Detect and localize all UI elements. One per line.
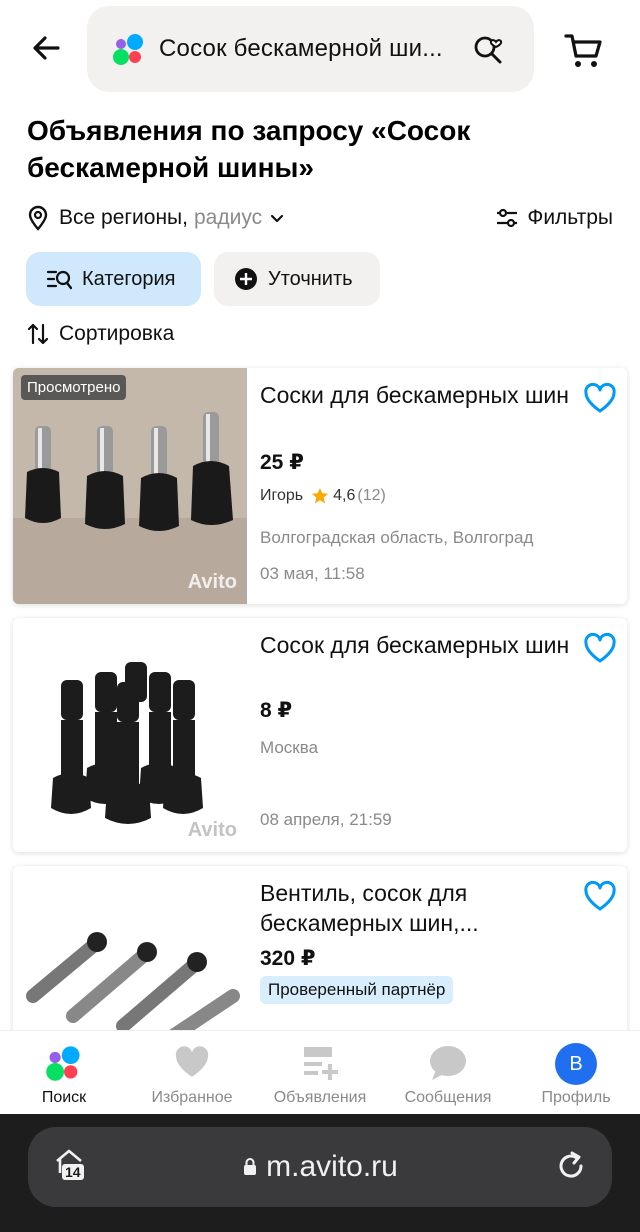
back-button[interactable] <box>26 28 66 68</box>
chat-icon <box>428 1043 468 1083</box>
heart-icon <box>172 1043 212 1083</box>
nav-label: Объявления <box>273 1089 367 1106</box>
favorite-heart-icon[interactable] <box>583 632 617 666</box>
nav-search[interactable]: Поиск <box>0 1031 128 1114</box>
lock-icon <box>244 1158 257 1175</box>
verified-partner-badge: Проверенный партнёр <box>260 976 454 1004</box>
avito-watermark: Avito <box>187 571 237 593</box>
tabs-button[interactable]: 14 <box>52 1147 92 1187</box>
tabs-count: 14 <box>62 1164 84 1180</box>
sort-button[interactable]: Сортировка <box>27 318 174 350</box>
sort-label: Сортировка <box>59 322 175 345</box>
refine-label: Уточнить <box>268 267 353 290</box>
save-search-icon[interactable] <box>472 32 506 66</box>
favorite-heart-icon[interactable] <box>583 880 617 914</box>
listing-date: 03 мая, 11:58 <box>260 564 365 583</box>
nav-label: Сообщения <box>404 1089 492 1106</box>
location-pin-icon <box>28 205 48 231</box>
listing-price: 8 ₽ <box>260 699 293 722</box>
nav-label: Поиск <box>41 1089 87 1106</box>
valve-stems-photo <box>13 618 247 852</box>
avito-logo-icon <box>113 34 143 65</box>
seller-name: Игорь <box>260 487 304 504</box>
avito-logo-icon <box>44 1043 84 1083</box>
back-arrow-icon <box>33 36 60 60</box>
category-chip[interactable]: Категория <box>26 252 201 306</box>
nav-profile[interactable]: В Профиль <box>512 1031 640 1114</box>
listing-price: 320 ₽ <box>260 947 316 970</box>
nav-listings[interactable]: Объявления <box>256 1031 384 1114</box>
seller-rating: 4,6 <box>333 487 356 504</box>
nav-label: Избранное <box>151 1089 233 1106</box>
listing-location: Волгоградская область, Волгоград <box>260 528 534 547</box>
page-title: Объявления по запросу «Сосок бескамерной… <box>27 115 471 183</box>
listing-image[interactable]: Avito <box>13 618 247 852</box>
add-listing-icon <box>300 1043 340 1083</box>
star-icon <box>312 488 329 504</box>
radius-label: радиус <box>193 206 263 229</box>
seller-info[interactable]: Игорь 4,6 (12) <box>260 487 386 505</box>
top-bar: Сосок бескамерной ши... <box>0 0 640 100</box>
listing-card[interactable]: Просмотрено Avito Соски для бескамерных … <box>13 368 627 604</box>
plus-circle-icon <box>235 268 257 290</box>
bottom-navigation: Поиск Избранное Объявления Сообщения В П… <box>0 1030 640 1114</box>
category-label: Категория <box>82 267 176 290</box>
listing-card[interactable]: Avito Сосок для бескамерных шин 8 ₽ Моск… <box>13 618 627 852</box>
valve-stems-photo <box>13 368 247 604</box>
seller-reviews: (12) <box>357 487 386 504</box>
browser-toolbar: 14 m.avito.ru <box>0 1114 640 1232</box>
listing-image[interactable]: Просмотрено Avito <box>13 368 247 604</box>
favorite-heart-icon[interactable] <box>583 382 617 416</box>
listing-title[interactable]: Сосок для бескамерных шин <box>260 630 580 660</box>
listing-title[interactable]: Вентиль, сосок для бескамерных шин,... <box>260 878 580 938</box>
address-bar[interactable]: 14 m.avito.ru <box>28 1127 612 1207</box>
refine-chip[interactable]: Уточнить <box>214 252 380 306</box>
category-search-icon <box>46 270 72 290</box>
region-label: Все регионы, <box>59 206 188 229</box>
cart-icon[interactable] <box>562 28 606 72</box>
avito-watermark: Avito <box>187 819 237 841</box>
listing-date: 08 апреля, 21:59 <box>260 810 392 829</box>
url-text: m.avito.ru <box>266 1150 398 1183</box>
listing-price: 25 ₽ <box>260 451 304 474</box>
nav-favorites[interactable]: Избранное <box>128 1031 256 1114</box>
avatar: В <box>555 1043 597 1085</box>
chevron-down-icon <box>270 214 284 223</box>
nav-messages[interactable]: Сообщения <box>384 1031 512 1114</box>
filters-button[interactable]: Фильтры <box>495 200 613 236</box>
filters-label: Фильтры <box>527 206 613 229</box>
region-selector[interactable]: Все регионы, радиус <box>27 200 286 236</box>
nav-label: Профиль <box>541 1089 611 1106</box>
listing-title[interactable]: Соски для бескамерных шин <box>260 380 580 410</box>
search-input[interactable]: Сосок бескамерной ши... <box>87 6 534 92</box>
viewed-badge: Просмотрено <box>21 375 127 400</box>
filters-icon <box>497 208 518 228</box>
sort-icon <box>27 323 49 345</box>
listing-location: Москва <box>260 738 319 757</box>
reload-icon[interactable] <box>554 1149 588 1183</box>
search-query: Сосок бескамерной ши... <box>159 35 443 62</box>
